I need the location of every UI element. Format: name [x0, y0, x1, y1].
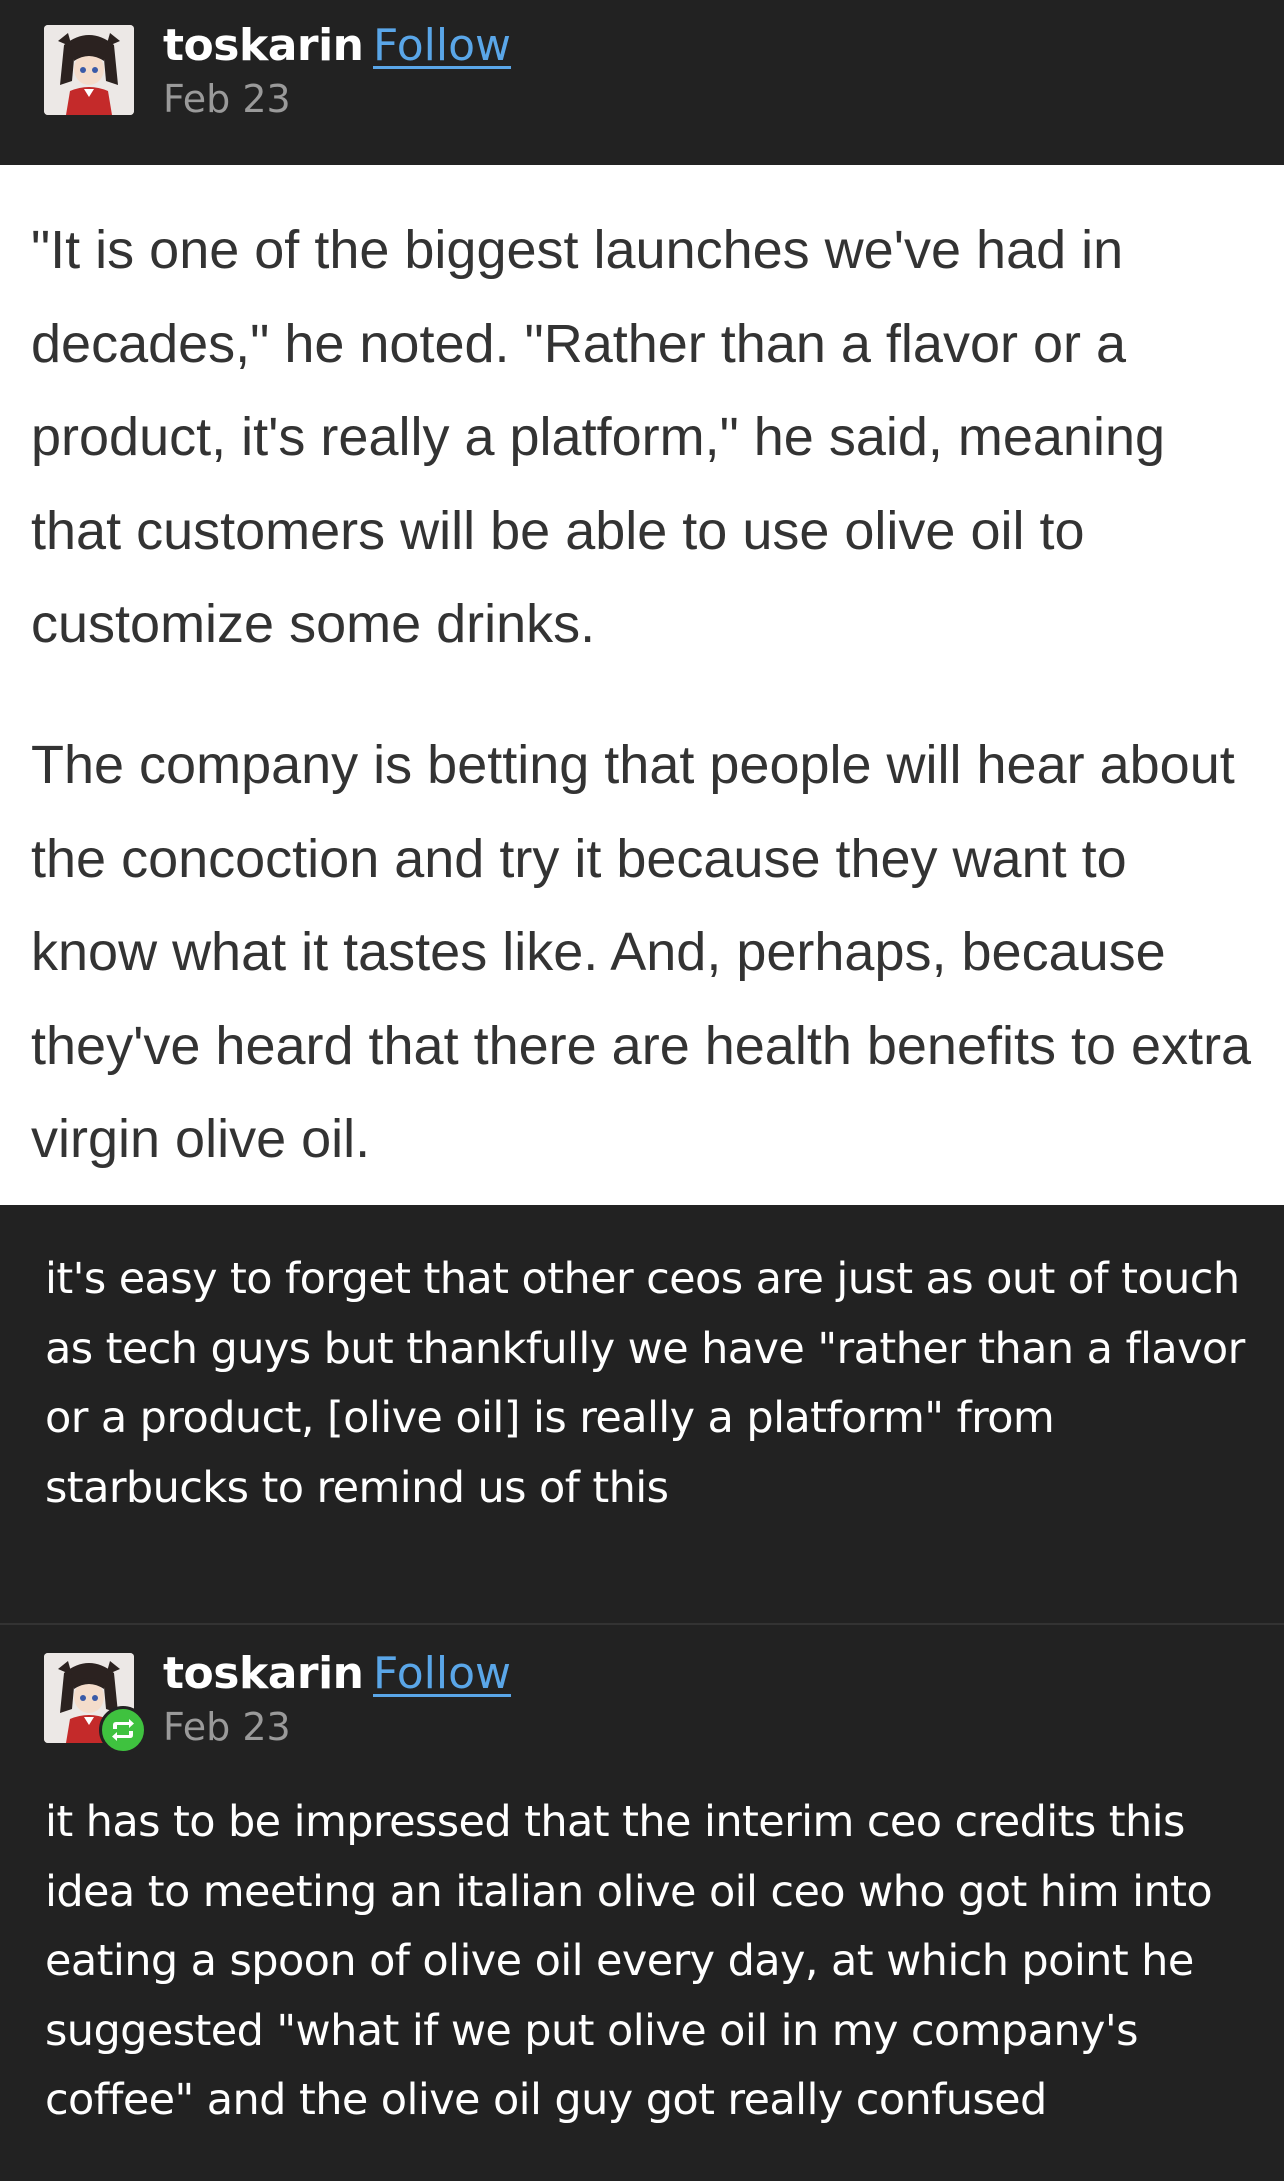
quote-paragraph: "It is one of the biggest launches we've…	[31, 220, 1166, 654]
post-date: Feb 23	[163, 77, 291, 121]
post-date: Feb 23	[163, 1705, 291, 1749]
follow-button[interactable]: Follow	[373, 24, 511, 68]
post-body: it's easy to forget that other ceos are …	[45, 1254, 1245, 1513]
quote-block: "It is one of the biggest launches we've…	[0, 165, 1284, 1205]
username[interactable]: toskarin	[163, 1652, 364, 1696]
avatar[interactable]	[44, 25, 134, 115]
follow-button[interactable]: Follow	[373, 1652, 511, 1696]
quote-paragraph: The company is betting that people will …	[31, 735, 1252, 1169]
divider	[0, 1623, 1284, 1625]
avatar-anime-girl-icon	[44, 25, 134, 115]
username[interactable]: toskarin	[163, 24, 364, 68]
post-body: it has to be impressed that the interim …	[45, 1797, 1213, 2125]
reblog-icon	[99, 1706, 147, 1754]
